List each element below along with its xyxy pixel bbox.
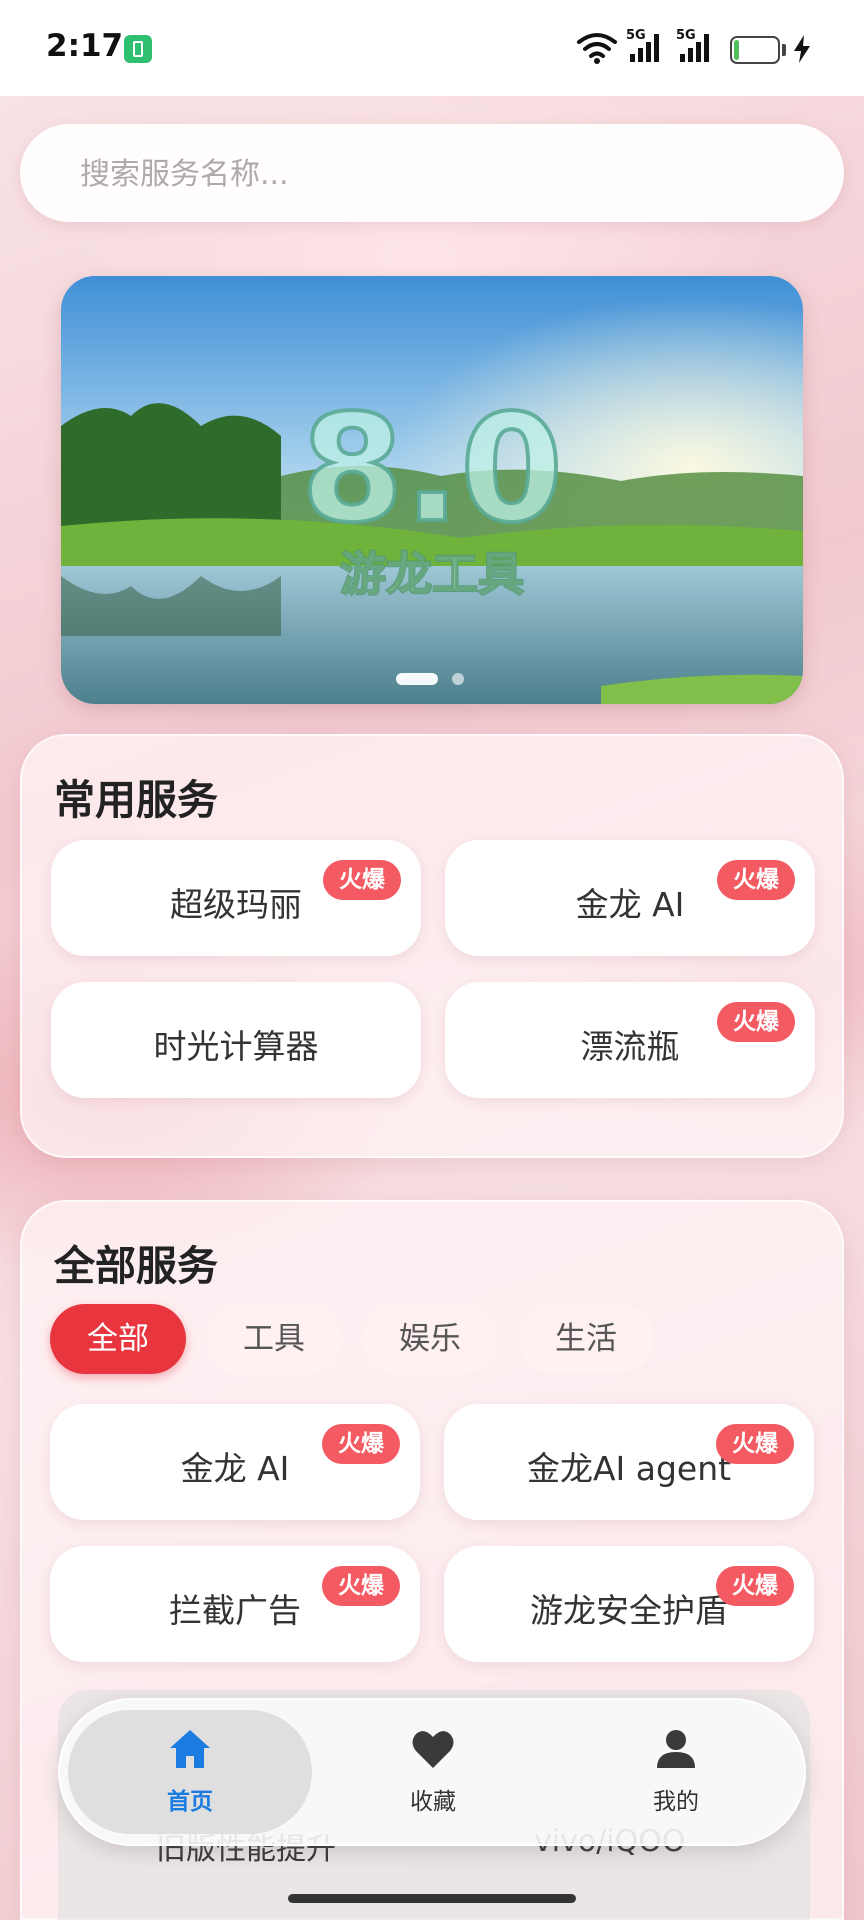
carousel-dot[interactable]	[452, 673, 464, 685]
service-card-time-calculator[interactable]: 时光计算器	[51, 982, 421, 1098]
common-services-panel: 常用服务 超级玛丽 火爆 金龙 AI 火爆 时光计算器 漂流瓶 火爆	[20, 734, 844, 1158]
bottom-navigation: 首页 收藏 我的	[58, 1698, 806, 1846]
nav-label: 首页	[167, 1789, 213, 1815]
service-card-ad-block[interactable]: 拦截广告 火爆	[50, 1546, 420, 1662]
filter-tab-life[interactable]: 生活	[518, 1304, 654, 1374]
service-card-security-shield[interactable]: 游龙安全护盾 火爆	[444, 1546, 814, 1662]
hot-badge: 火爆	[716, 1424, 794, 1464]
nav-label: 收藏	[410, 1789, 456, 1815]
network-type-label: 5G	[626, 28, 646, 43]
signal-icon: 5G	[626, 28, 662, 70]
filter-tab-tools[interactable]: 工具	[206, 1304, 342, 1374]
hot-badge: 火爆	[323, 860, 401, 900]
status-time: 2:17	[46, 28, 124, 64]
hot-badge: 火爆	[322, 1424, 400, 1464]
service-card-drift-bottle[interactable]: 漂流瓶 火爆	[445, 982, 815, 1098]
common-services-title: 常用服务	[54, 776, 218, 824]
service-card-jinlong-ai[interactable]: 金龙 AI 火爆	[50, 1404, 420, 1520]
service-card-jinlong-ai-agent[interactable]: 金龙AI agent 火爆	[444, 1404, 814, 1520]
user-icon	[657, 1730, 695, 1768]
sim-card-icon	[124, 35, 152, 63]
filter-tab-all[interactable]: 全部	[50, 1304, 186, 1374]
battery-cap	[782, 44, 786, 56]
service-card-super-mario[interactable]: 超级玛丽 火爆	[51, 840, 421, 956]
filter-tab-entertainment[interactable]: 娱乐	[362, 1304, 498, 1374]
status-bar: 2:17 5G 5G 12	[0, 0, 864, 96]
hot-badge: 火爆	[322, 1566, 400, 1606]
home-icon	[170, 1730, 210, 1768]
hot-badge: 火爆	[717, 860, 795, 900]
search-bar[interactable]	[20, 124, 844, 222]
search-input[interactable]	[78, 148, 802, 200]
network-type-label: 5G	[676, 28, 696, 43]
battery-level: 12	[741, 39, 769, 61]
carousel-dot-active[interactable]	[396, 673, 438, 685]
banner-carousel[interactable]: 8.0 游龙工具	[61, 276, 803, 704]
nav-label: 我的	[653, 1789, 699, 1815]
heart-icon	[412, 1731, 454, 1768]
charging-bolt-icon	[794, 35, 810, 63]
service-card-label: 时光计算器	[153, 1027, 319, 1066]
nav-tab-profile[interactable]: 我的	[586, 1722, 766, 1826]
banner-caption: 游龙工具	[339, 546, 525, 602]
wifi-icon	[577, 33, 617, 64]
service-card-jinlong-ai[interactable]: 金龙 AI 火爆	[445, 840, 815, 956]
nav-tab-favorites[interactable]: 收藏	[343, 1722, 523, 1826]
home-indicator[interactable]	[288, 1894, 576, 1903]
banner-headline: 8.0	[299, 383, 565, 555]
all-services-title: 全部服务	[54, 1242, 218, 1290]
nav-tab-home[interactable]: 首页	[100, 1722, 280, 1826]
hot-badge: 火爆	[717, 1002, 795, 1042]
battery-icon: 12	[730, 36, 780, 64]
hot-badge: 火爆	[716, 1566, 794, 1606]
signal-icon: 5G	[676, 28, 712, 70]
